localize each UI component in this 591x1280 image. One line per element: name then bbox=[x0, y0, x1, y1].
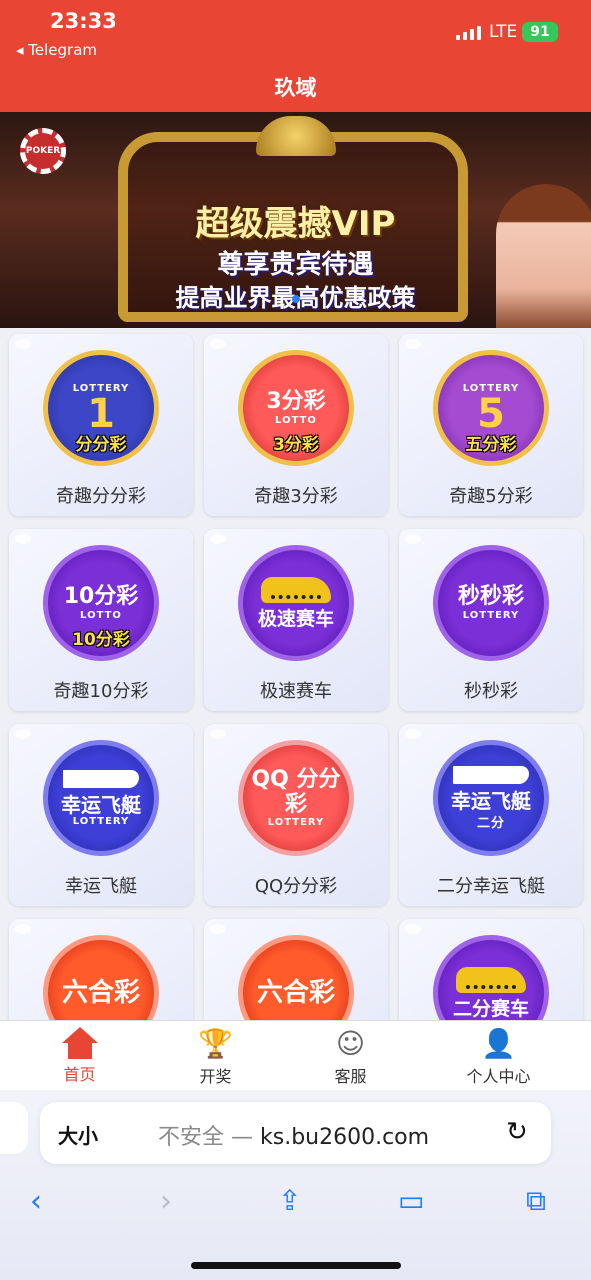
headset-icon: ☺ bbox=[335, 1027, 366, 1060]
game-card[interactable]: 10分彩 LOTTO 10分彩 奇趣10分彩 bbox=[9, 529, 193, 711]
game-card[interactable]: 3分彩 LOTTO 3分彩 奇趣3分彩 bbox=[204, 334, 388, 516]
share-icon[interactable]: ⇪ bbox=[278, 1184, 301, 1217]
game-card[interactable]: LOTTERY 1 分分彩 奇趣分分彩 bbox=[9, 334, 193, 516]
reload-icon[interactable]: ↻ bbox=[506, 1117, 528, 1147]
game-badge-icon: QQ 分分彩 LOTTERY bbox=[238, 740, 354, 856]
tab-customer-service[interactable]: ☺ 客服 bbox=[277, 1021, 424, 1091]
signal-icon bbox=[456, 26, 482, 40]
game-label: 极速赛车 bbox=[260, 681, 332, 702]
game-label: QQ分分彩 bbox=[254, 876, 338, 897]
text-size-button[interactable]: 大小 bbox=[58, 1120, 98, 1149]
game-stamp: 3分彩 bbox=[273, 435, 319, 455]
tab-profile[interactable]: 👤 个人中心 bbox=[425, 1021, 572, 1091]
tab-label: 客服 bbox=[334, 1067, 367, 1086]
status-time: 23:33 bbox=[50, 9, 117, 33]
address-bar[interactable]: 大小 不安全 — ks.bu2600.com ↻ bbox=[40, 1102, 551, 1164]
back-arrow-icon[interactable]: ‹ bbox=[30, 1184, 42, 1219]
game-label: 奇趣分分彩 bbox=[56, 486, 146, 507]
banner-headline: 超级震撼VIP bbox=[195, 204, 396, 244]
game-card[interactable]: 极速赛车 极速赛车 bbox=[204, 529, 388, 711]
tabs-icon[interactable]: ⧉ bbox=[526, 1184, 546, 1218]
game-card[interactable]: 六合彩 bbox=[204, 919, 388, 1020]
page-title: 玖域 bbox=[274, 76, 317, 100]
game-card[interactable]: 六合彩 bbox=[9, 919, 193, 1020]
network-type: LTE bbox=[489, 22, 518, 42]
url-display[interactable]: 不安全 — ks.bu2600.com bbox=[158, 1119, 429, 1151]
game-card[interactable]: 幸运飞艇 LOTTERY 幸运飞艇 bbox=[9, 724, 193, 906]
poker-chip-logo: POKER bbox=[20, 128, 66, 174]
game-label: 幸运飞艇 bbox=[65, 876, 137, 897]
top-bar: 23:33 ◂ Telegram LTE 91 玖域 bbox=[0, 0, 591, 112]
insecure-label: 不安全 — bbox=[158, 1125, 253, 1150]
game-badge-icon: 六合彩 bbox=[43, 935, 159, 1020]
game-grid: LOTTERY 1 分分彩 奇趣分分彩 3分彩 LOTTO 3分彩 奇趣3分彩 … bbox=[0, 328, 591, 1020]
game-stamp: 分分彩 bbox=[75, 435, 127, 455]
race-car-icon bbox=[261, 576, 331, 603]
game-label: 秒秒彩 bbox=[464, 681, 518, 702]
app-screen: 23:33 ◂ Telegram LTE 91 玖域 POKER 超级震撼VIP… bbox=[0, 0, 591, 1280]
game-label: 奇趣5分彩 bbox=[449, 486, 533, 507]
game-label: 奇趣10分彩 bbox=[53, 681, 149, 702]
speedboat-icon bbox=[453, 765, 529, 784]
previous-tab-preview[interactable] bbox=[0, 1102, 28, 1154]
home-indicator bbox=[191, 1262, 401, 1269]
game-card[interactable]: 幸运飞艇 二分 二分幸运飞艇 bbox=[399, 724, 583, 906]
boat-badge-icon: 幸运飞艇 LOTTERY bbox=[43, 740, 159, 856]
game-badge-icon: 六合彩 bbox=[238, 935, 354, 1020]
tab-home[interactable]: 首页 bbox=[6, 1021, 153, 1091]
speedboat-icon bbox=[63, 769, 139, 788]
person-icon: 👤 bbox=[481, 1027, 516, 1060]
game-label: 奇趣3分彩 bbox=[254, 486, 338, 507]
back-to-telegram-link[interactable]: ◂ Telegram bbox=[16, 41, 97, 59]
tab-label: 个人中心 bbox=[466, 1067, 531, 1086]
banner-subline: 尊享贵宾待遇 bbox=[217, 250, 374, 280]
game-label: 二分幸运飞艇 bbox=[437, 876, 545, 897]
game-card[interactable]: 秒秒彩 LOTTERY 秒秒彩 bbox=[399, 529, 583, 711]
safari-toolbar: 大小 不安全 — ks.bu2600.com ↻ ‹ › ⇪ ▭ ⧉ bbox=[0, 1090, 591, 1280]
forward-arrow-icon[interactable]: › bbox=[160, 1184, 172, 1219]
game-stamp: 10分彩 bbox=[72, 630, 130, 650]
trophy-icon: 🏆 bbox=[198, 1027, 233, 1060]
url-domain: ks.bu2600.com bbox=[260, 1125, 430, 1150]
crown-ornament-icon bbox=[256, 116, 336, 156]
race-car-icon bbox=[456, 966, 526, 993]
bookmarks-icon[interactable]: ▭ bbox=[398, 1184, 424, 1217]
banner-page-indicator[interactable] bbox=[292, 295, 300, 303]
game-badge-icon: 秒秒彩 LOTTERY bbox=[433, 545, 549, 661]
battery-icon: 91 bbox=[522, 22, 558, 42]
race-car-badge-icon: 二分赛车 bbox=[433, 935, 549, 1020]
tab-label: 开奖 bbox=[199, 1067, 232, 1086]
game-stamp: 五分彩 bbox=[465, 435, 517, 455]
race-car-badge-icon: 极速赛车 bbox=[238, 545, 354, 661]
game-card[interactable]: QQ 分分彩 LOTTERY QQ分分彩 bbox=[204, 724, 388, 906]
bottom-tab-bar: 首页 🏆 开奖 ☺ 客服 👤 个人中心 bbox=[0, 1020, 591, 1090]
tab-lottery-results[interactable]: 🏆 开奖 bbox=[142, 1021, 289, 1091]
home-icon bbox=[61, 1027, 98, 1059]
tab-label: 首页 bbox=[63, 1065, 96, 1084]
game-card[interactable]: LOTTERY 5 五分彩 奇趣5分彩 bbox=[399, 334, 583, 516]
boat-badge-icon: 幸运飞艇 二分 bbox=[433, 740, 549, 856]
game-card[interactable]: 二分赛车 bbox=[399, 919, 583, 1020]
